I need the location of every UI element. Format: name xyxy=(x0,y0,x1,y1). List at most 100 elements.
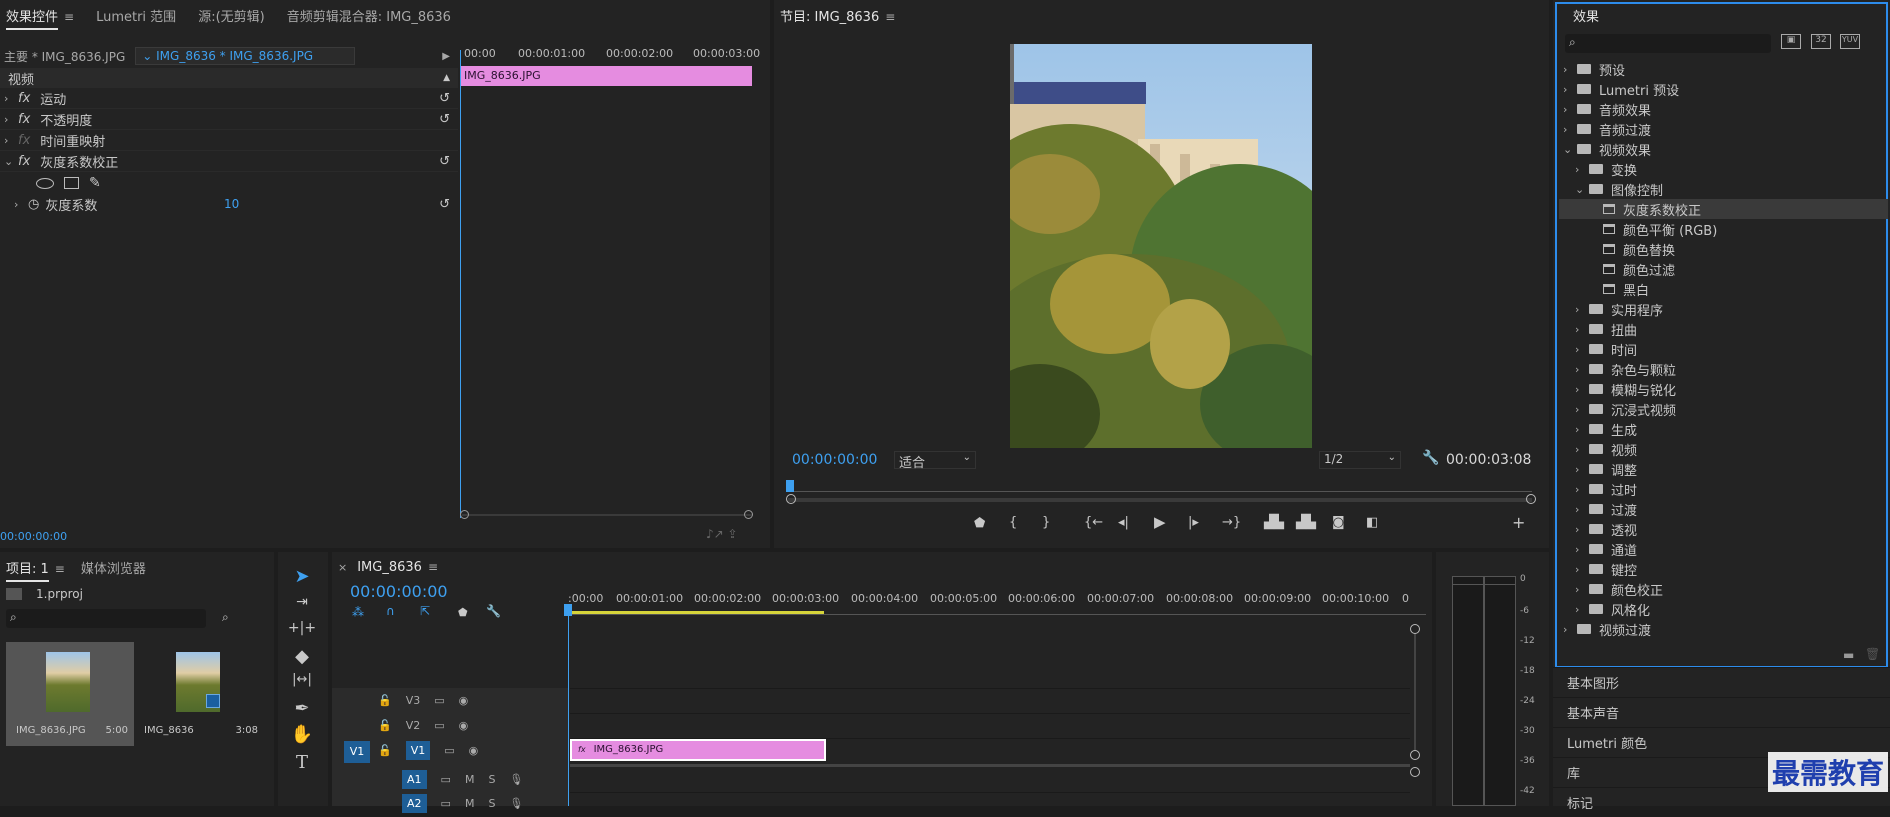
tree-item-color-replace[interactable]: 颜色替换 xyxy=(1603,239,1675,259)
program-scrub-ruler[interactable] xyxy=(788,482,1532,492)
reset-icon[interactable]: ↺ xyxy=(439,197,450,212)
lock-icon[interactable]: 🔓 xyxy=(378,719,392,732)
expand-chevron-icon[interactable]: › xyxy=(1575,443,1589,456)
reset-icon[interactable]: ↺ xyxy=(439,91,450,106)
tab-essential-sound[interactable]: 基本声音 xyxy=(1553,697,1890,727)
eye-icon[interactable]: ◉ xyxy=(459,719,469,732)
effect-row-time-remap[interactable]: › fx 时间重映射 xyxy=(0,131,458,151)
lock-icon[interactable]: 🔓 xyxy=(378,694,392,707)
effect-row-opacity[interactable]: › fx 不透明度 ↺ xyxy=(0,110,458,130)
expand-chevron-icon[interactable]: › xyxy=(1575,403,1589,416)
program-playhead-icon[interactable] xyxy=(786,480,794,492)
sync-lock-icon[interactable]: ▭ xyxy=(441,797,451,810)
tree-item-video-transitions[interactable]: › 视频过渡 xyxy=(1563,619,1651,639)
fit-select[interactable]: 适合 ⌄ xyxy=(894,451,976,471)
reset-icon[interactable]: ↺ xyxy=(439,154,450,169)
clip-selector[interactable]: ⌄ IMG_8636 * IMG_8636.JPG xyxy=(135,47,356,65)
expand-chevron-icon[interactable]: › xyxy=(1575,523,1589,536)
track-lane-a2[interactable] xyxy=(570,792,1410,812)
play-only-audio-arrow-icon[interactable]: ▶ xyxy=(442,51,450,62)
mute-button[interactable]: M xyxy=(465,797,475,810)
program-zoom-scrollbar[interactable] xyxy=(788,498,1532,502)
tree-item-image-control[interactable]: ⌄ 图像控制 xyxy=(1575,179,1663,199)
expand-chevron-icon[interactable]: › xyxy=(1575,603,1589,616)
tree-item-folder[interactable]: › 生成 xyxy=(1575,419,1637,439)
tab-project[interactable]: 项目: 1 ≡ xyxy=(6,558,65,582)
expand-chevron-icon[interactable]: › xyxy=(1563,103,1577,116)
tree-item-folder[interactable]: › 通道 xyxy=(1575,539,1637,559)
project-item-sequence[interactable]: IMG_8636 3:08 xyxy=(136,642,264,746)
add-marker-icon[interactable]: ⬟ xyxy=(974,516,985,531)
add-marker-icon[interactable]: ⬟ xyxy=(458,606,468,619)
tree-item-color-pass[interactable]: 颜色过滤 xyxy=(1603,259,1675,279)
hand-tool-icon[interactable]: ✋ xyxy=(278,724,326,745)
mic-icon[interactable]: 🎙 xyxy=(509,797,523,810)
mini-zoom-scrollbar[interactable] xyxy=(462,514,752,522)
tree-item-folder[interactable]: › 过渡 xyxy=(1575,499,1637,519)
tab-media-browser[interactable]: 媒体浏览器 xyxy=(81,558,146,577)
ripple-edit-tool-icon[interactable]: +|+ xyxy=(278,620,326,636)
timeline-timecode[interactable]: 00:00:00:00 xyxy=(350,582,448,601)
sync-lock-icon[interactable]: ▭ xyxy=(444,744,454,757)
tab-program[interactable]: 节目: IMG_8636 ≡ xyxy=(780,6,895,25)
mark-in-icon[interactable]: { xyxy=(1009,515,1017,530)
collapse-arrow-icon[interactable]: ▲ xyxy=(443,73,450,83)
tab-source[interactable]: 源:(无剪辑) xyxy=(198,6,265,25)
tab-effects[interactable]: 效果 xyxy=(1573,6,1599,25)
lift-icon[interactable]: ▟▙ xyxy=(1264,515,1284,530)
tab-sequence[interactable]: IMG_8636 ≡ xyxy=(357,560,438,575)
go-to-in-icon[interactable]: {← xyxy=(1084,515,1103,530)
track-label[interactable]: V1 xyxy=(405,741,431,760)
track-label[interactable]: A2 xyxy=(402,793,427,813)
program-video-frame[interactable] xyxy=(1010,44,1312,448)
settings-wrench-icon[interactable]: 🔧 xyxy=(1422,450,1439,466)
track-label[interactable]: V2 xyxy=(406,719,421,732)
track-lane-a1[interactable] xyxy=(570,767,1410,791)
resolution-select[interactable]: 1/2 ⌄ xyxy=(1319,451,1401,469)
ellipse-mask-icon[interactable] xyxy=(36,177,54,189)
work-area-bar[interactable] xyxy=(568,611,824,614)
track-lane-v3[interactable] xyxy=(570,688,1410,712)
tree-item-black-white[interactable]: 黑白 xyxy=(1603,279,1649,299)
collapse-chevron-icon[interactable]: ⌄ xyxy=(4,155,18,168)
expand-chevron-icon[interactable]: › xyxy=(4,134,18,147)
razor-tool-icon[interactable]: ◆ xyxy=(278,646,326,667)
close-icon[interactable]: × xyxy=(338,561,347,574)
tree-item-folder[interactable]: › 过时 xyxy=(1575,479,1637,499)
effects-search-input[interactable]: ⌕ xyxy=(1565,34,1771,53)
project-search-input[interactable]: ⌕ xyxy=(6,609,206,628)
panel-menu-icon[interactable]: ≡ xyxy=(64,10,74,24)
solo-button[interactable]: S xyxy=(488,797,495,810)
expand-chevron-icon[interactable]: › xyxy=(1575,423,1589,436)
tree-item-folder[interactable]: › 风格化 xyxy=(1575,599,1650,619)
expand-chevron-icon[interactable]: › xyxy=(4,113,18,126)
collapse-chevron-icon[interactable]: ⌄ xyxy=(1575,183,1589,196)
tree-item-folder[interactable]: › 实用程序 xyxy=(1575,299,1663,319)
comparison-view-icon[interactable]: ◧ xyxy=(1366,515,1378,530)
pen-mask-icon[interactable]: ✎ xyxy=(89,175,101,191)
go-to-out-icon[interactable]: →} xyxy=(1222,515,1241,530)
effect-controls-timecode[interactable]: 00:00:00:00 xyxy=(0,530,67,543)
tree-item-folder[interactable]: › 透视 xyxy=(1575,519,1637,539)
pen-tool-icon[interactable]: ✒ xyxy=(278,698,326,719)
expand-chevron-icon[interactable]: › xyxy=(4,92,18,105)
fx-badge-icon[interactable]: fx xyxy=(18,91,30,106)
expand-chevron-icon[interactable]: › xyxy=(1575,343,1589,356)
tree-item-audio-transitions[interactable]: › 音频过渡 xyxy=(1563,119,1651,139)
reset-icon[interactable]: ↺ xyxy=(439,112,450,127)
tree-item-folder[interactable]: › 时间 xyxy=(1575,339,1637,359)
tree-item-folder[interactable]: › 调整 xyxy=(1575,459,1637,479)
expand-chevron-icon[interactable]: › xyxy=(1563,123,1577,136)
track-label[interactable]: V3 xyxy=(406,694,421,707)
timeline-settings-wrench-icon[interactable]: 🔧 xyxy=(486,604,501,618)
sync-lock-icon[interactable]: ▭ xyxy=(434,719,444,732)
tree-item-folder[interactable]: › 沉浸式视频 xyxy=(1575,399,1676,419)
effect-row-gamma-correction[interactable]: ⌄ fx 灰度系数校正 ↺ xyxy=(0,152,458,172)
tree-item-folder[interactable]: › 视频 xyxy=(1575,439,1637,459)
solo-button[interactable]: S xyxy=(488,773,495,786)
tab-essential-graphics[interactable]: 基本图形 xyxy=(1553,667,1890,697)
tab-lumetri-scopes[interactable]: Lumetri 范围 xyxy=(96,6,176,25)
source-patch-v1[interactable]: V1 xyxy=(344,741,370,763)
timeline-playhead-handle-icon[interactable] xyxy=(564,604,572,616)
timeline-playhead[interactable] xyxy=(568,604,569,806)
